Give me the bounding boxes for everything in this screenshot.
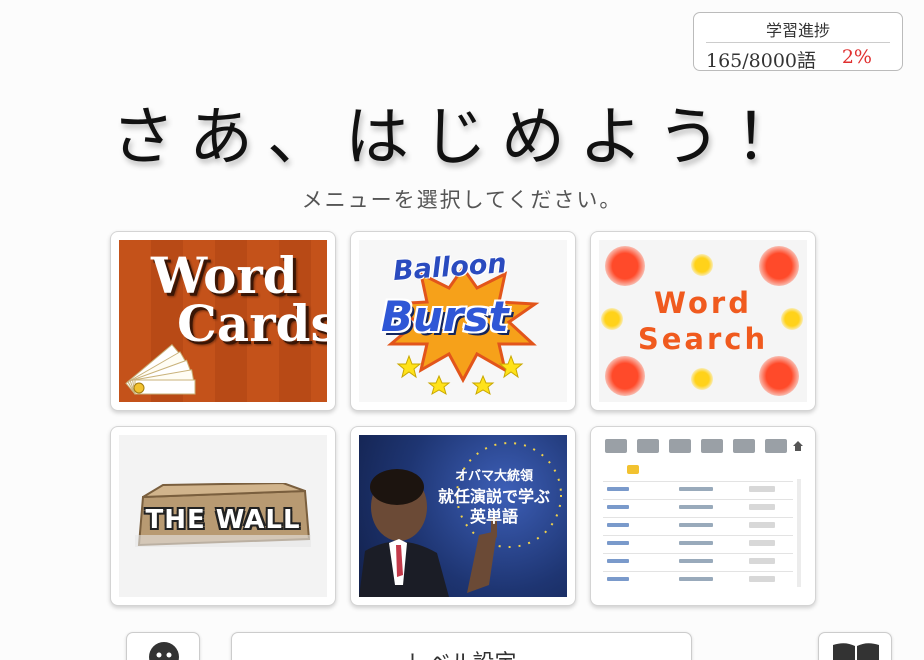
level-settings-button[interactable]: レベル設定 bbox=[231, 632, 692, 660]
thumb-ja bbox=[679, 487, 713, 491]
word-list-tab-thumb bbox=[669, 439, 691, 453]
home-icon bbox=[793, 441, 803, 451]
obama-title-line3: 英単語 bbox=[469, 507, 518, 526]
word-list-tile[interactable] bbox=[590, 426, 816, 606]
word-list-tab-thumb bbox=[605, 439, 627, 453]
red-dot bbox=[605, 246, 645, 286]
yellow-dot bbox=[691, 254, 713, 276]
thumb-ja bbox=[679, 505, 713, 509]
obama-title-line1: オバマ大統領 bbox=[454, 469, 533, 484]
card-fan-icon bbox=[125, 344, 196, 395]
thumb-en bbox=[607, 505, 629, 509]
word-list-tab-thumb bbox=[637, 439, 659, 453]
user-face-icon bbox=[149, 642, 179, 660]
thumb-en bbox=[607, 541, 629, 545]
list-divider bbox=[603, 481, 793, 482]
thumb-ja bbox=[679, 559, 713, 563]
progress-panel: 学習進捗 165/8000語 2% bbox=[693, 12, 903, 72]
open-book-icon bbox=[833, 643, 879, 660]
scrollbar-thumb bbox=[797, 479, 801, 587]
progress-title: 学習進捗 bbox=[765, 21, 830, 40]
thumb-en bbox=[607, 487, 629, 491]
thumb-btn bbox=[749, 576, 775, 582]
list-divider bbox=[603, 571, 793, 572]
list-divider bbox=[603, 517, 793, 518]
thumb-en bbox=[607, 559, 629, 563]
word-list-tab-thumb bbox=[701, 439, 723, 453]
word-cards-tile[interactable]: Word Cards bbox=[110, 231, 336, 411]
thumb-btn bbox=[749, 522, 775, 528]
red-dot bbox=[605, 356, 645, 396]
word-list-tab-thumb bbox=[765, 439, 787, 453]
red-dot bbox=[759, 356, 799, 396]
thumb-btn bbox=[749, 486, 775, 492]
word-search-tile[interactable]: Word Search bbox=[590, 231, 816, 411]
thumb-btn bbox=[749, 540, 775, 546]
balloon-burst-title-line2: Burst bbox=[381, 292, 509, 341]
balloon-burst-tile[interactable]: Balloon Burst bbox=[350, 231, 576, 411]
progress-count: 165/8000語 bbox=[706, 50, 817, 72]
list-divider bbox=[603, 535, 793, 536]
dictionary-button[interactable] bbox=[818, 632, 892, 660]
progress-percent: 2% bbox=[841, 46, 872, 68]
word-list-background bbox=[599, 435, 807, 597]
yellow-dot bbox=[691, 368, 713, 390]
obama-speech-tile[interactable]: オバマ大統領 就任演説で学ぶ 英単語 bbox=[350, 426, 576, 606]
progress-divider bbox=[706, 42, 890, 43]
list-divider bbox=[603, 553, 793, 554]
thumb-en bbox=[607, 523, 629, 527]
profile-button[interactable] bbox=[126, 632, 200, 660]
thumb-ja bbox=[679, 577, 713, 581]
page-badge-thumb bbox=[627, 465, 639, 474]
menu-instruction: メニューを選択してください。 bbox=[301, 188, 623, 212]
word-search-title-line1: Word bbox=[654, 286, 752, 320]
the-wall-tile[interactable]: THE WALL bbox=[110, 426, 336, 606]
word-list-tab-thumb bbox=[733, 439, 755, 453]
word-search-title-line2: Search bbox=[637, 322, 769, 356]
thumb-btn bbox=[749, 558, 775, 564]
thumb-ja bbox=[679, 523, 713, 527]
page-title: さあ、はじめよう！ bbox=[111, 101, 813, 175]
thumb-en bbox=[607, 577, 629, 581]
red-dot bbox=[759, 246, 799, 286]
list-divider bbox=[603, 499, 793, 500]
thumb-ja bbox=[679, 541, 713, 545]
thumb-btn bbox=[749, 504, 775, 510]
the-wall-title: THE WALL bbox=[145, 505, 301, 535]
